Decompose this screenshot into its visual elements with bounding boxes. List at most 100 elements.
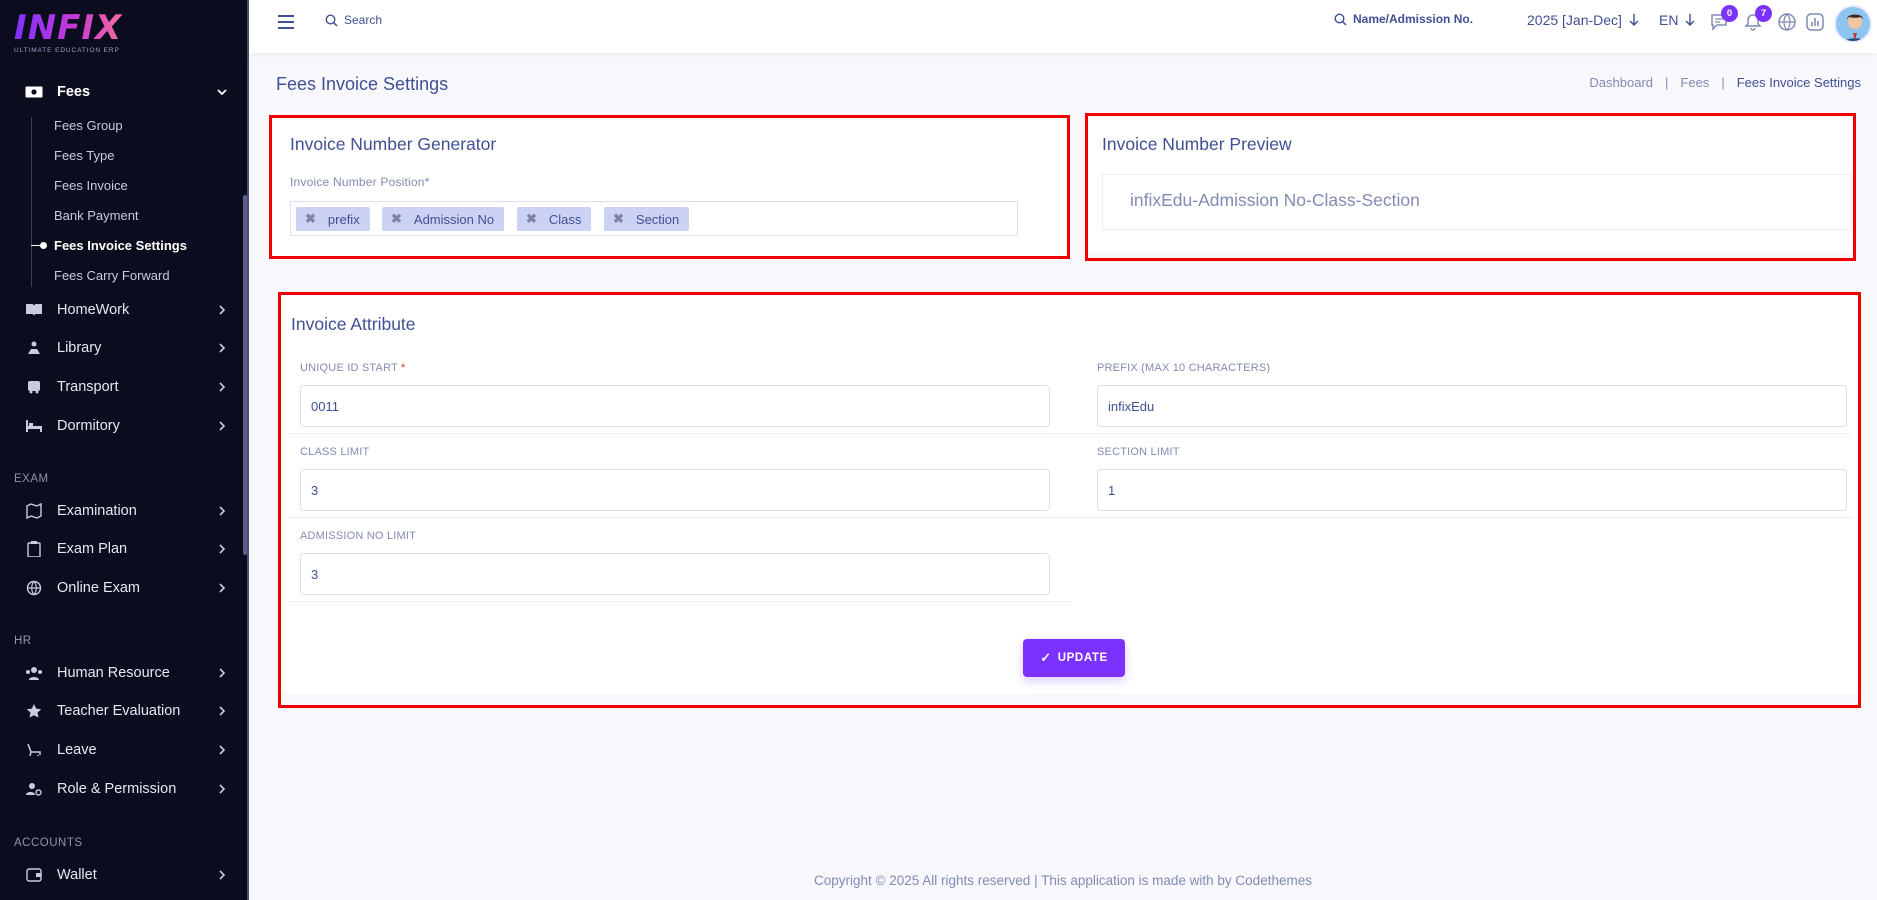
chevron-right-icon — [214, 418, 230, 434]
bus-icon — [24, 379, 44, 395]
update-button[interactable]: ✓ UPDATE — [1023, 639, 1125, 677]
breadcrumb: Dashboard | Fees | Fees Invoice Settings — [1589, 75, 1861, 90]
breadcrumb-dashboard[interactable]: Dashboard — [1589, 75, 1653, 90]
clipboard-icon — [24, 541, 44, 557]
chevron-right-icon — [214, 379, 230, 395]
position-tag-admission-no[interactable]: ✖ Admission No — [382, 207, 505, 231]
section-limit-input[interactable]: 1 — [1097, 469, 1847, 511]
language-select[interactable]: EN — [1659, 12, 1696, 28]
money-icon — [24, 84, 44, 100]
student-search[interactable]: Name/Admission No. — [1334, 12, 1473, 26]
sidebar-item-label: Role & Permission — [57, 781, 177, 797]
sidebar-item-dormitory[interactable]: Dormitory — [24, 414, 230, 438]
required-mark: * — [401, 362, 406, 374]
row-divider — [288, 517, 1852, 518]
tag-label: prefix — [327, 211, 360, 227]
users-icon — [24, 665, 44, 681]
notifications-badge: 7 — [1755, 5, 1772, 22]
row-divider — [288, 601, 1072, 602]
section-heading-accounts: ACCOUNTS — [14, 837, 83, 849]
sidebar-item-homework[interactable]: HomeWork — [24, 298, 230, 322]
prefix-input[interactable]: infixEdu — [1097, 385, 1847, 427]
row-divider — [288, 433, 1852, 434]
invoice-position-select[interactable]: ✖ prefix ✖ Admission No ✖ Class ✖ Section — [290, 201, 1018, 236]
tag-label: Class — [548, 211, 582, 227]
class-limit-input[interactable]: 3 — [300, 469, 1050, 511]
chevron-right-icon — [214, 867, 230, 883]
user-avatar[interactable] — [1834, 5, 1872, 43]
bed-icon — [24, 418, 44, 434]
position-tag-prefix[interactable]: ✖ prefix — [296, 207, 370, 231]
search-icon — [325, 13, 338, 27]
menu-search[interactable]: Search — [325, 13, 382, 27]
sidebar-subitem-fees-type[interactable]: Fees Type — [54, 148, 114, 163]
chevron-right-icon — [214, 340, 230, 356]
unique-id-input[interactable]: 0011 — [300, 385, 1050, 427]
reports-button[interactable] — [1805, 12, 1825, 32]
admission-limit-input[interactable]: 3 — [300, 553, 1050, 595]
invoice-preview-title: Invoice Number Preview — [1102, 134, 1292, 154]
messages-badge: 0 — [1721, 5, 1738, 22]
sidebar-item-fees[interactable]: Fees — [24, 80, 230, 104]
sidebar-item-role-permission[interactable]: Role & Permission — [24, 777, 230, 801]
student-search-label: Name/Admission No. — [1353, 12, 1474, 26]
sidebar-item-leave[interactable]: Leave — [24, 738, 230, 762]
page-title: Fees Invoice Settings — [276, 74, 449, 94]
sidebar-item-exam-plan[interactable]: Exam Plan — [24, 537, 230, 561]
chevron-right-icon — [214, 703, 230, 719]
remove-tag-icon[interactable]: ✖ — [391, 211, 402, 227]
arrow-down-icon — [1685, 14, 1695, 26]
update-label: UPDATE — [1057, 652, 1108, 664]
website-button[interactable] — [1777, 12, 1797, 32]
footer-copyright: Copyright © 2025 All rights reserved | T… — [814, 873, 1312, 888]
session-label: 2025 [Jan-Dec] — [1527, 12, 1622, 28]
position-tag-section[interactable]: ✖ Section — [604, 207, 690, 231]
sidebar-item-label: Human Resource — [57, 665, 170, 681]
sidebar-item-online-exam[interactable]: Online Exam — [24, 576, 230, 600]
breadcrumb-separator: | — [1665, 75, 1669, 90]
remove-tag-icon[interactable]: ✖ — [613, 211, 624, 227]
prefix-label: PREFIX (MAX 10 CHARACTERS) — [1097, 362, 1271, 374]
sidebar-subitem-bank-payment[interactable]: Bank Payment — [54, 208, 139, 223]
messages-button[interactable]: 0 — [1709, 5, 1738, 32]
globe-icon — [24, 580, 44, 596]
sidebar-item-teacher-evaluation[interactable]: Teacher Evaluation — [24, 699, 230, 723]
sidebar-item-label: Examination — [57, 503, 137, 519]
sidebar-subitem-fees-group[interactable]: Fees Group — [54, 118, 123, 133]
tag-label: Section — [635, 211, 680, 227]
remove-tag-icon[interactable]: ✖ — [526, 211, 537, 227]
section-heading-exam: EXAM — [14, 473, 49, 485]
session-select[interactable]: 2025 [Jan-Dec] — [1527, 12, 1640, 28]
remove-tag-icon[interactable]: ✖ — [305, 211, 316, 227]
sidebar-item-label: Teacher Evaluation — [57, 703, 181, 719]
chevron-down-icon — [214, 84, 230, 100]
sidebar-item-examination[interactable]: Examination — [24, 499, 230, 523]
search-icon — [1334, 12, 1347, 26]
sidebar-divider — [247, 0, 249, 900]
notifications-button[interactable]: 7 — [1743, 5, 1772, 32]
sidebar-item-human-resource[interactable]: Human Resource — [24, 661, 230, 685]
book-icon — [24, 302, 44, 318]
menu-toggle-icon[interactable] — [277, 14, 295, 30]
sidebar-item-label: Fees — [57, 84, 91, 100]
logo-text: INFIX — [14, 8, 123, 48]
sidebar-subitem-fees-carry-forward[interactable]: Fees Carry Forward — [54, 268, 170, 283]
invoice-generator-title: Invoice Number Generator — [290, 134, 497, 154]
search-label: Search — [344, 13, 383, 27]
language-label: EN — [1659, 12, 1679, 28]
section-limit-label: SECTION LIMIT — [1097, 446, 1180, 458]
user-gear-icon — [24, 781, 44, 797]
arrow-down-icon — [1629, 14, 1639, 26]
sidebar-item-label: Exam Plan — [57, 541, 128, 557]
breadcrumb-fees[interactable]: Fees — [1680, 75, 1709, 90]
sidebar-item-label: Leave — [57, 742, 97, 758]
logo[interactable]: INFIX ULTIMATE EDUCATION ERP — [14, 10, 122, 54]
sidebar-subitem-fees-invoice[interactable]: Fees Invoice — [54, 178, 128, 193]
sidebar-item-transport[interactable]: Transport — [24, 375, 230, 399]
sidebar-item-wallet[interactable]: Wallet — [24, 863, 230, 887]
sidebar: INFIX ULTIMATE EDUCATION ERP Fees Fees G… — [0, 0, 247, 900]
sidebar-item-library[interactable]: Library — [24, 336, 230, 360]
sidebar-subitem-fees-invoice-settings[interactable]: Fees Invoice Settings — [54, 238, 187, 253]
position-tag-class[interactable]: ✖ Class — [517, 207, 592, 231]
sidebar-item-label: Transport — [57, 379, 119, 395]
